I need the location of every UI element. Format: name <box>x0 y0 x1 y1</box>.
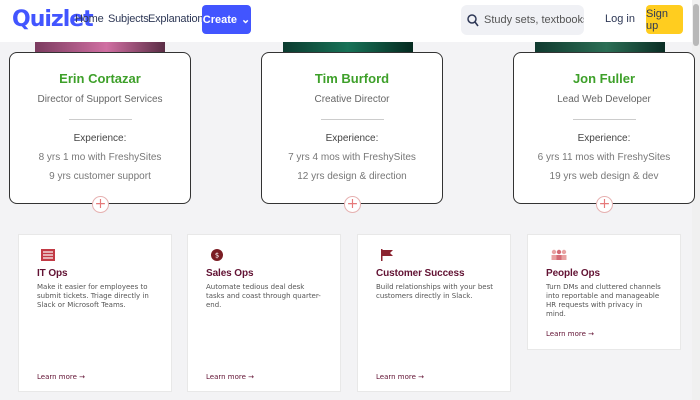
feature-description: Make it easier for employees to submit t… <box>37 283 149 309</box>
experience-line: 8 yrs 1 mo with FreshySites <box>38 152 162 163</box>
create-label: Create <box>202 13 238 26</box>
experience-line: 19 yrs web design & dev <box>549 171 659 182</box>
top-navigation: Quizlet Home Subjects Explanations Creat… <box>0 0 692 42</box>
person-card-jon: Jon Fuller Lead Web Developer Experience… <box>513 52 695 213</box>
search-icon <box>467 13 479 26</box>
expand-plus-icon[interactable]: + <box>92 196 109 213</box>
divider <box>572 119 636 120</box>
search-input[interactable]: Study sets, textbooks, ... <box>461 5 584 35</box>
learn-more-link[interactable]: Learn more → <box>376 373 424 381</box>
learn-more-link[interactable]: Learn more → <box>546 330 594 338</box>
experience-line: 9 yrs customer support <box>49 171 151 182</box>
person-name: Tim Burford <box>314 71 390 86</box>
person-role: Creative Director <box>314 94 390 105</box>
person-role: Director of Support Services <box>37 94 163 105</box>
feature-card-people-ops: People Ops Turn DMs and cluttered channe… <box>527 234 681 350</box>
person-card-tim: Tim Burford Creative Director Experience… <box>261 52 443 213</box>
experience-detail: 8 yrs 1 mo with FreshySites 9 yrs custome… <box>10 152 190 183</box>
learn-more-link[interactable]: Learn more → <box>37 373 85 381</box>
experience-label: Experience: <box>325 133 379 144</box>
experience-label: Experience: <box>577 133 631 144</box>
chevron-down-icon: ⌄ <box>241 13 251 26</box>
create-button[interactable]: Create ⌄ <box>202 5 251 34</box>
signup-button[interactable]: Sign up <box>646 5 683 34</box>
feature-title: Sales Ops <box>206 268 254 279</box>
experience-line: 7 yrs 4 mos with FreshySites <box>288 152 416 163</box>
experience-label: Experience: <box>73 133 127 144</box>
experience-line: 12 yrs design & direction <box>297 171 407 182</box>
feature-description: Turn DMs and cluttered channels into rep… <box>546 283 661 318</box>
person-name: Jon Fuller <box>572 71 636 86</box>
feature-card-customer-success: Customer Success Build relationships wit… <box>357 234 511 392</box>
feature-description: Automate tedious deal desk tasks and coa… <box>206 283 321 309</box>
experience-line: 6 yrs 11 mos with FreshySites <box>537 152 671 163</box>
feature-title: Customer Success <box>376 268 465 279</box>
feature-description: Build relationships with your best custo… <box>376 283 493 300</box>
nav-home[interactable]: Home <box>75 13 104 25</box>
dollar-icon: $ <box>211 249 223 261</box>
feature-title: People Ops <box>546 268 601 279</box>
person-role: Lead Web Developer <box>557 94 651 105</box>
experience-detail: 7 yrs 4 mos with FreshySites 12 yrs desig… <box>262 152 442 183</box>
list-icon <box>41 249 55 261</box>
feature-card-it-ops: IT Ops Make it easier for employees to s… <box>18 234 172 392</box>
login-link[interactable]: Log in <box>605 13 635 25</box>
expand-plus-icon[interactable]: + <box>344 196 361 213</box>
feature-title: IT Ops <box>37 268 68 279</box>
nav-explanations[interactable]: Explanations <box>148 13 209 25</box>
svg-text:$: $ <box>215 252 219 260</box>
experience-detail: 6 yrs 11 mos with FreshySites 19 yrs web … <box>514 152 694 183</box>
expand-plus-icon[interactable]: + <box>596 196 613 213</box>
flag-icon <box>381 249 393 261</box>
divider <box>68 119 132 120</box>
people-icon <box>551 249 567 260</box>
feature-card-sales-ops: $ Sales Ops Automate tedious deal desk t… <box>187 234 341 392</box>
learn-more-link[interactable]: Learn more → <box>206 373 254 381</box>
divider <box>320 119 384 120</box>
search-placeholder: Study sets, textbooks, ... <box>484 14 584 26</box>
nav-subjects[interactable]: Subjects <box>108 13 149 25</box>
person-card-erin: Erin Cortazar Director of Support Servic… <box>9 52 191 213</box>
scrollbar-thumb[interactable] <box>693 4 699 46</box>
person-name: Erin Cortazar <box>59 71 141 86</box>
